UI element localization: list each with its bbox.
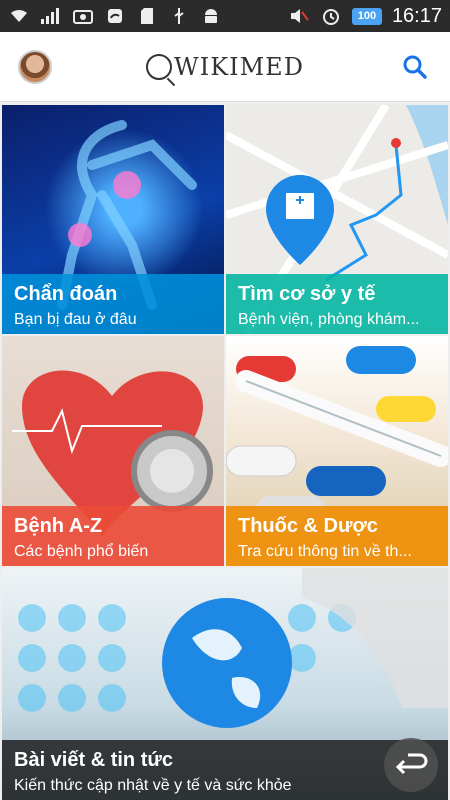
usb-icon [168, 6, 190, 26]
signal-icon [40, 6, 62, 26]
app-bar: WIKIMED [0, 32, 450, 102]
tile-title: Thuốc & Dược [238, 515, 378, 537]
clock: 16:17 [391, 4, 442, 27]
tile-medicine[interactable]: Thuốc & Dược Tra cứu thông tin về th... [226, 336, 448, 566]
tile-subtitle: Bạn bị đau ở đâu [14, 311, 137, 328]
tile-subtitle: Các bệnh phổ biến [14, 543, 149, 560]
tile-caption: Bài viết & tin tức Kiến thức cập nhật về… [2, 740, 448, 800]
search-button[interactable] [398, 50, 432, 84]
tile-title: Tìm cơ sở y tế [238, 283, 376, 305]
tile-caption: Bệnh A-Z Các bệnh phổ biến [2, 506, 224, 566]
logo-text: WIKIMED [174, 52, 304, 81]
tile-subtitle: Kiến thức cập nhật về y tế và sức khỏe [14, 777, 292, 794]
screenshot-icon [72, 6, 94, 26]
avatar[interactable] [18, 49, 52, 84]
wifi-icon [8, 6, 30, 26]
sync-icon [104, 6, 126, 26]
alarm-icon [320, 6, 342, 26]
back-button[interactable] [384, 738, 438, 792]
android-icon [200, 6, 222, 26]
tile-caption: Thuốc & Dược Tra cứu thông tin về th... [226, 506, 448, 566]
tile-caption: Chẩn đoán Bạn bị đau ở đâu [2, 274, 224, 334]
app-logo: WIKIMED [146, 53, 304, 81]
tile-find-facility[interactable]: Tìm cơ sở y tế Bệnh viện, phòng khám... [226, 105, 448, 334]
tile-subtitle: Bệnh viện, phòng khám... [238, 311, 420, 328]
tile-articles-news[interactable]: Bài viết & tin tức Kiến thức cập nhật về… [2, 568, 448, 800]
back-arrow-icon [395, 753, 428, 775]
sd-card-icon [136, 6, 158, 26]
tile-title: Chẩn đoán [14, 283, 118, 305]
status-bar: 100 16:17 [0, 0, 450, 32]
tile-subtitle: Tra cứu thông tin về th... [238, 543, 412, 560]
tile-title: Bài viết & tin tức [14, 749, 173, 771]
battery-indicator: 100 [351, 7, 382, 25]
logo-magnifier-icon [146, 53, 173, 80]
search-icon [403, 55, 427, 79]
tile-caption: Tìm cơ sở y tế Bệnh viện, phòng khám... [226, 274, 448, 334]
mute-icon [288, 6, 310, 26]
tile-title: Bệnh A-Z [14, 515, 103, 537]
category-grid: Chẩn đoán Bạn bị đau ở đâu Tìm cơ sở y t… [2, 105, 448, 800]
tile-diseases-az[interactable]: Bệnh A-Z Các bệnh phổ biến [2, 336, 224, 566]
tile-diagnosis[interactable]: Chẩn đoán Bạn bị đau ở đâu [2, 105, 224, 334]
